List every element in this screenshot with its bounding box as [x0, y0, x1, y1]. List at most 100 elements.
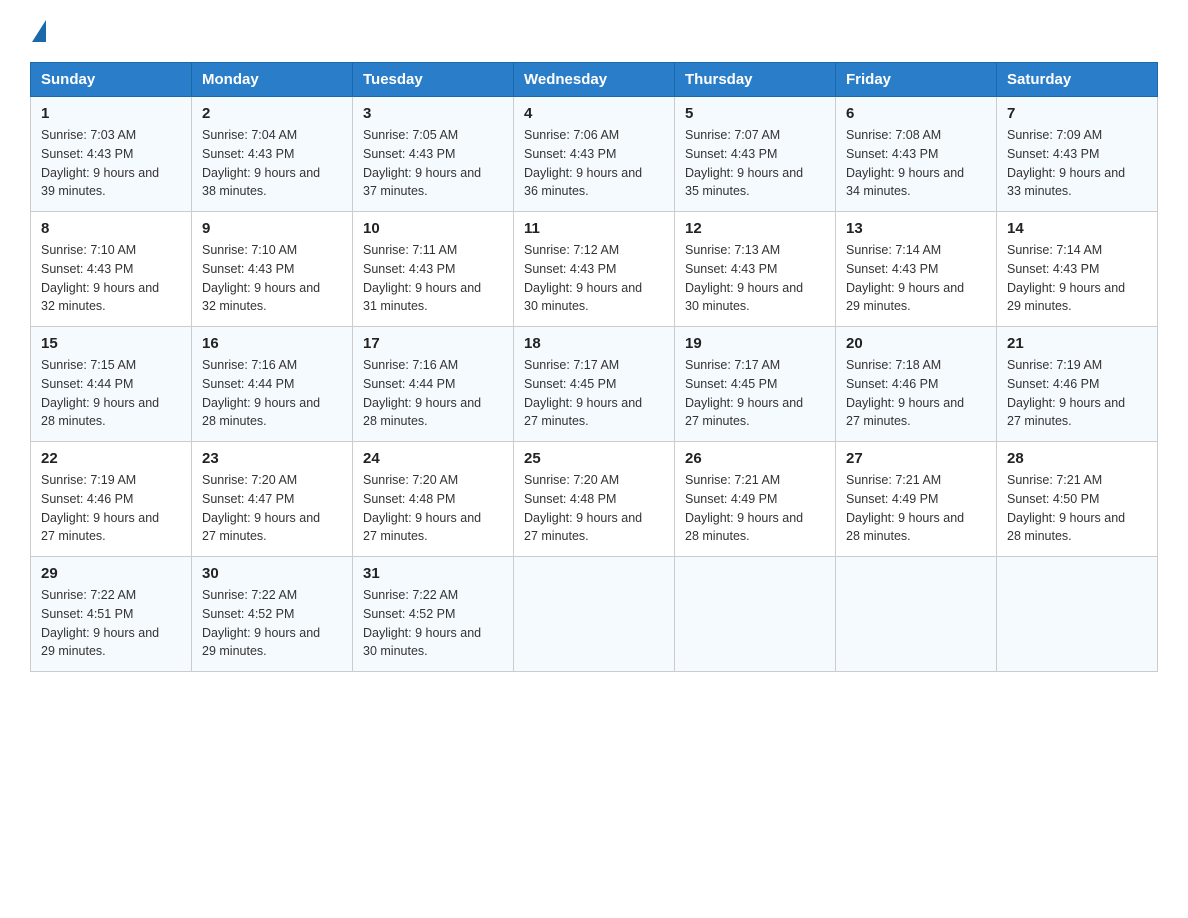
day-number: 8	[41, 220, 181, 237]
day-info: Sunrise: 7:10 AMSunset: 4:43 PMDaylight:…	[202, 241, 342, 316]
calendar-day-cell: 14 Sunrise: 7:14 AMSunset: 4:43 PMDayligh…	[997, 212, 1158, 327]
day-info: Sunrise: 7:11 AMSunset: 4:43 PMDaylight:…	[363, 241, 503, 316]
day-info: Sunrise: 7:04 AMSunset: 4:43 PMDaylight:…	[202, 126, 342, 201]
calendar-day-cell: 11 Sunrise: 7:12 AMSunset: 4:43 PMDayligh…	[514, 212, 675, 327]
day-number: 3	[363, 105, 503, 122]
calendar-day-cell	[514, 557, 675, 672]
day-number: 14	[1007, 220, 1147, 237]
day-number: 11	[524, 220, 664, 237]
calendar-day-cell: 1 Sunrise: 7:03 AMSunset: 4:43 PMDaylight…	[31, 97, 192, 212]
calendar-day-cell: 16Sunrise: 7:16 AMSunset: 4:44 PMDayligh…	[192, 327, 353, 442]
day-info: Sunrise: 7:21 AMSunset: 4:49 PMDaylight:…	[846, 471, 986, 546]
calendar-day-cell: 5 Sunrise: 7:07 AMSunset: 4:43 PMDaylight…	[675, 97, 836, 212]
calendar-day-cell: 27 Sunrise: 7:21 AMSunset: 4:49 PMDayligh…	[836, 442, 997, 557]
day-info: Sunrise: 7:03 AMSunset: 4:43 PMDaylight:…	[41, 126, 181, 201]
logo	[30, 20, 48, 44]
calendar-week-row: 22Sunrise: 7:19 AMSunset: 4:46 PMDayligh…	[31, 442, 1158, 557]
day-info: Sunrise: 7:14 AMSunset: 4:43 PMDaylight:…	[846, 241, 986, 316]
day-number: 16	[202, 335, 342, 352]
day-number: 25	[524, 450, 664, 467]
calendar-week-row: 1 Sunrise: 7:03 AMSunset: 4:43 PMDaylight…	[31, 97, 1158, 212]
calendar-day-cell: 26 Sunrise: 7:21 AMSunset: 4:49 PMDayligh…	[675, 442, 836, 557]
day-number: 20	[846, 335, 986, 352]
day-info: Sunrise: 7:18 AMSunset: 4:46 PMDaylight:…	[846, 356, 986, 431]
calendar-day-cell: 4 Sunrise: 7:06 AMSunset: 4:43 PMDaylight…	[514, 97, 675, 212]
calendar-day-cell	[675, 557, 836, 672]
day-number: 30	[202, 565, 342, 582]
calendar-day-cell: 18 Sunrise: 7:17 AMSunset: 4:45 PMDayligh…	[514, 327, 675, 442]
calendar-day-cell: 21Sunrise: 7:19 AMSunset: 4:46 PMDayligh…	[997, 327, 1158, 442]
day-number: 6	[846, 105, 986, 122]
calendar-table: SundayMondayTuesdayWednesdayThursdayFrid…	[30, 62, 1158, 672]
day-info: Sunrise: 7:22 AMSunset: 4:51 PMDaylight:…	[41, 586, 181, 661]
day-number: 9	[202, 220, 342, 237]
day-of-week-header: Tuesday	[353, 63, 514, 97]
day-number: 10	[363, 220, 503, 237]
calendar-week-row: 29 Sunrise: 7:22 AMSunset: 4:51 PMDayligh…	[31, 557, 1158, 672]
day-info: Sunrise: 7:06 AMSunset: 4:43 PMDaylight:…	[524, 126, 664, 201]
day-of-week-header: Saturday	[997, 63, 1158, 97]
calendar-day-cell: 10 Sunrise: 7:11 AMSunset: 4:43 PMDayligh…	[353, 212, 514, 327]
calendar-day-cell: 13 Sunrise: 7:14 AMSunset: 4:43 PMDayligh…	[836, 212, 997, 327]
day-info: Sunrise: 7:17 AMSunset: 4:45 PMDaylight:…	[524, 356, 664, 431]
calendar-day-cell: 30Sunrise: 7:22 AMSunset: 4:52 PMDayligh…	[192, 557, 353, 672]
calendar-day-cell	[836, 557, 997, 672]
day-info: Sunrise: 7:08 AMSunset: 4:43 PMDaylight:…	[846, 126, 986, 201]
day-of-week-header: Friday	[836, 63, 997, 97]
day-info: Sunrise: 7:21 AMSunset: 4:49 PMDaylight:…	[685, 471, 825, 546]
calendar-day-cell: 6 Sunrise: 7:08 AMSunset: 4:43 PMDaylight…	[836, 97, 997, 212]
day-number: 19	[685, 335, 825, 352]
calendar-week-row: 8 Sunrise: 7:10 AMSunset: 4:43 PMDaylight…	[31, 212, 1158, 327]
calendar-day-cell	[997, 557, 1158, 672]
day-info: Sunrise: 7:09 AMSunset: 4:43 PMDaylight:…	[1007, 126, 1147, 201]
day-info: Sunrise: 7:16 AMSunset: 4:44 PMDaylight:…	[363, 356, 503, 431]
day-info: Sunrise: 7:05 AMSunset: 4:43 PMDaylight:…	[363, 126, 503, 201]
calendar-day-cell: 29 Sunrise: 7:22 AMSunset: 4:51 PMDayligh…	[31, 557, 192, 672]
day-number: 18	[524, 335, 664, 352]
day-number: 26	[685, 450, 825, 467]
day-info: Sunrise: 7:22 AMSunset: 4:52 PMDaylight:…	[363, 586, 503, 661]
day-of-week-header: Monday	[192, 63, 353, 97]
calendar-day-cell: 2Sunrise: 7:04 AMSunset: 4:43 PMDaylight…	[192, 97, 353, 212]
calendar-day-cell: 12 Sunrise: 7:13 AMSunset: 4:43 PMDayligh…	[675, 212, 836, 327]
day-info: Sunrise: 7:07 AMSunset: 4:43 PMDaylight:…	[685, 126, 825, 201]
calendar-day-cell: 17 Sunrise: 7:16 AMSunset: 4:44 PMDayligh…	[353, 327, 514, 442]
day-number: 15	[41, 335, 181, 352]
day-info: Sunrise: 7:12 AMSunset: 4:43 PMDaylight:…	[524, 241, 664, 316]
day-number: 24	[363, 450, 503, 467]
calendar-day-cell: 25Sunrise: 7:20 AMSunset: 4:48 PMDayligh…	[514, 442, 675, 557]
calendar-header-row: SundayMondayTuesdayWednesdayThursdayFrid…	[31, 63, 1158, 97]
day-number: 17	[363, 335, 503, 352]
day-number: 22	[41, 450, 181, 467]
day-of-week-header: Wednesday	[514, 63, 675, 97]
calendar-day-cell: 7 Sunrise: 7:09 AMSunset: 4:43 PMDaylight…	[997, 97, 1158, 212]
day-number: 4	[524, 105, 664, 122]
day-info: Sunrise: 7:17 AMSunset: 4:45 PMDaylight:…	[685, 356, 825, 431]
day-number: 1	[41, 105, 181, 122]
day-number: 21	[1007, 335, 1147, 352]
day-info: Sunrise: 7:20 AMSunset: 4:47 PMDaylight:…	[202, 471, 342, 546]
day-info: Sunrise: 7:21 AMSunset: 4:50 PMDaylight:…	[1007, 471, 1147, 546]
calendar-day-cell: 9 Sunrise: 7:10 AMSunset: 4:43 PMDaylight…	[192, 212, 353, 327]
calendar-day-cell: 23 Sunrise: 7:20 AMSunset: 4:47 PMDayligh…	[192, 442, 353, 557]
calendar-day-cell: 24Sunrise: 7:20 AMSunset: 4:48 PMDayligh…	[353, 442, 514, 557]
day-number: 12	[685, 220, 825, 237]
day-number: 23	[202, 450, 342, 467]
day-info: Sunrise: 7:13 AMSunset: 4:43 PMDaylight:…	[685, 241, 825, 316]
calendar-day-cell: 28Sunrise: 7:21 AMSunset: 4:50 PMDayligh…	[997, 442, 1158, 557]
calendar-day-cell: 31 Sunrise: 7:22 AMSunset: 4:52 PMDayligh…	[353, 557, 514, 672]
day-number: 7	[1007, 105, 1147, 122]
day-number: 13	[846, 220, 986, 237]
calendar-day-cell: 8 Sunrise: 7:10 AMSunset: 4:43 PMDaylight…	[31, 212, 192, 327]
calendar-day-cell: 20 Sunrise: 7:18 AMSunset: 4:46 PMDayligh…	[836, 327, 997, 442]
day-number: 27	[846, 450, 986, 467]
calendar-day-cell: 22Sunrise: 7:19 AMSunset: 4:46 PMDayligh…	[31, 442, 192, 557]
calendar-day-cell: 15Sunrise: 7:15 AMSunset: 4:44 PMDayligh…	[31, 327, 192, 442]
calendar-day-cell: 3 Sunrise: 7:05 AMSunset: 4:43 PMDaylight…	[353, 97, 514, 212]
day-number: 29	[41, 565, 181, 582]
calendar-day-cell: 19 Sunrise: 7:17 AMSunset: 4:45 PMDayligh…	[675, 327, 836, 442]
day-number: 5	[685, 105, 825, 122]
day-info: Sunrise: 7:10 AMSunset: 4:43 PMDaylight:…	[41, 241, 181, 316]
day-info: Sunrise: 7:14 AMSunset: 4:43 PMDaylight:…	[1007, 241, 1147, 316]
day-number: 31	[363, 565, 503, 582]
